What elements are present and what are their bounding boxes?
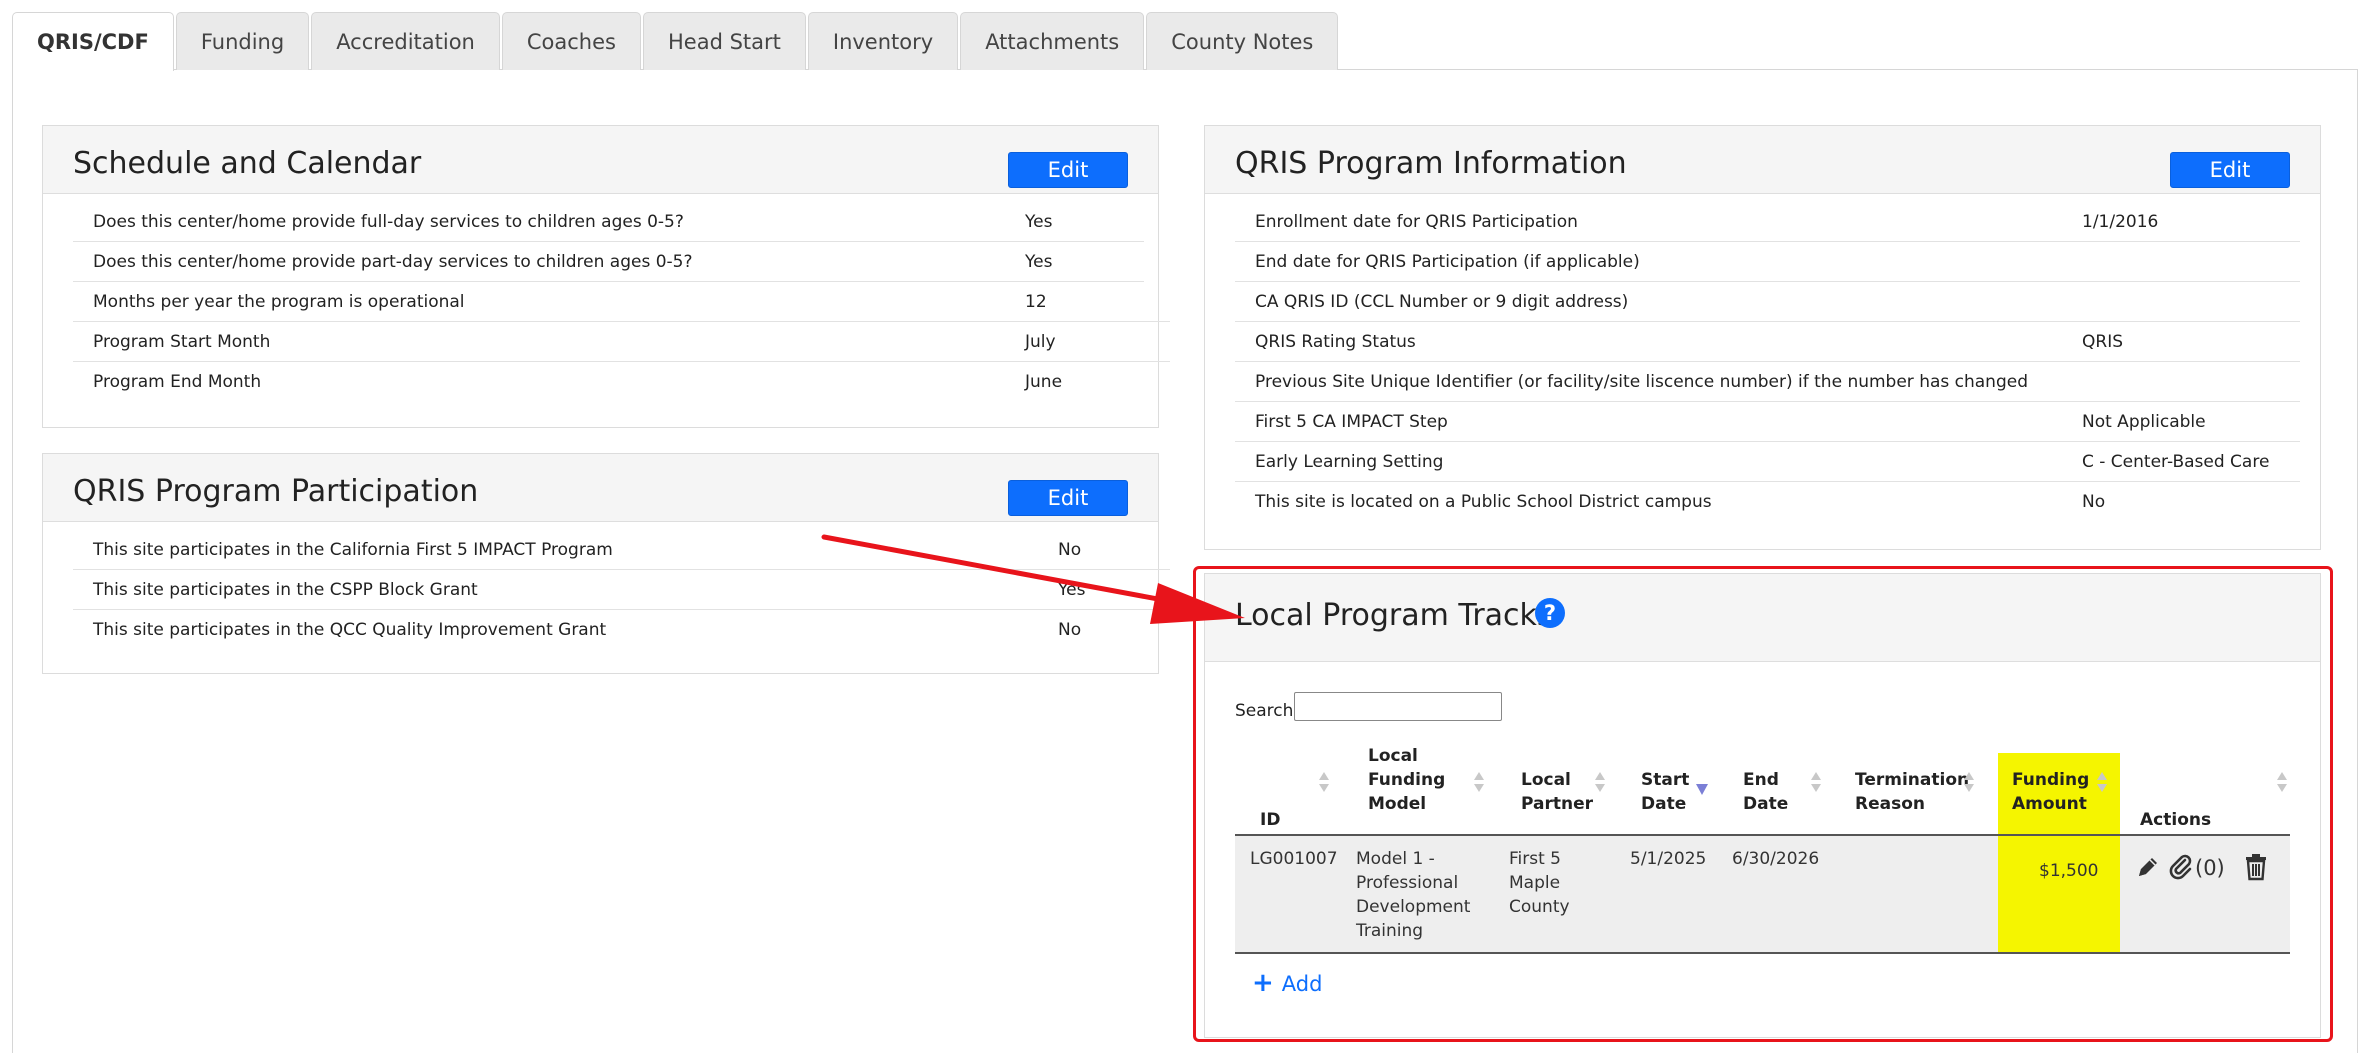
schedule-row-value: Yes <box>1025 212 1053 232</box>
qris-info-row-value: No <box>2082 492 2106 512</box>
schedule-row: Program Start Month July <box>73 322 1170 362</box>
qris-info-row: First 5 CA IMPACT Step Not Applicable <box>1235 402 2300 442</box>
schedule-row-label: Program End Month <box>93 372 262 392</box>
participation-row-label: This site participates in the California… <box>93 540 613 560</box>
schedule-row-value: July <box>1025 332 1056 352</box>
qris-info-row-value: QRIS <box>2082 332 2123 352</box>
tab-head-start[interactable]: Head Start <box>642 12 806 70</box>
qris-info-row: Enrollment date for QRIS Participation 1… <box>1235 202 2300 242</box>
qris-info-row-label: Previous Site Unique Identifier (or faci… <box>1255 372 2029 392</box>
qris-info-row-label: Enrollment date for QRIS Participation <box>1255 212 1578 232</box>
qris-info-row: Early Learning Setting C - Center-Based … <box>1235 442 2300 482</box>
qris-info-edit-button[interactable]: Edit <box>2170 152 2290 188</box>
tab-accreditation[interactable]: Accreditation <box>311 12 500 70</box>
participation-title: QRIS Program Participation <box>73 474 479 509</box>
qris-info-row-value: C - Center-Based Care <box>2082 452 2270 472</box>
schedule-row-label: Does this center/home provide part-day s… <box>93 252 693 272</box>
schedule-row: Program End Month June <box>73 362 1170 402</box>
schedule-row-value: 12 <box>1025 292 1047 312</box>
participation-row-label: This site participates in the CSPP Block… <box>93 580 478 600</box>
qris-info-row: This site is located on a Public School … <box>1235 482 2300 522</box>
tab-coaches[interactable]: Coaches <box>501 12 641 70</box>
annotation-arrow <box>821 534 1245 624</box>
schedule-panel: Schedule and Calendar Edit Does this cen… <box>42 125 1170 428</box>
qris-info-row-value: 1/1/2016 <box>2082 212 2159 232</box>
qris-info-row: QRIS Rating Status QRIS <box>1235 322 2300 362</box>
qris-info-row-label: This site is located on a Public School … <box>1255 492 1712 512</box>
qris-info-panel-header: QRIS Program Information Edit <box>1205 126 2320 194</box>
schedule-row: Months per year the program is operation… <box>73 282 1170 322</box>
qris-info-row-value: Not Applicable <box>2082 412 2206 432</box>
schedule-row-value: Yes <box>1025 252 1053 272</box>
qris-info-row: Previous Site Unique Identifier (or faci… <box>1235 362 2300 402</box>
qris-info-panel: QRIS Program Information Edit Enrollment… <box>1204 125 2321 550</box>
schedule-edit-button[interactable]: Edit <box>1008 152 1128 188</box>
qris-info-row-label: Early Learning Setting <box>1255 452 1444 472</box>
schedule-row: Does this center/home provide part-day s… <box>73 242 1144 282</box>
qris-info-row: CA QRIS ID (CCL Number or 9 digit addres… <box>1235 282 2300 322</box>
schedule-row-value: June <box>1025 372 1063 392</box>
qris-info-row-label: CA QRIS ID (CCL Number or 9 digit addres… <box>1255 292 1629 312</box>
tab-funding[interactable]: Funding <box>175 12 310 70</box>
schedule-title: Schedule and Calendar <box>73 146 422 181</box>
annotation-highlight-box <box>1193 566 2333 1042</box>
qris-info-row: End date for QRIS Participation (if appl… <box>1235 242 2300 282</box>
schedule-row: Does this center/home provide full-day s… <box>73 202 1144 242</box>
participation-row-label: This site participates in the QCC Qualit… <box>93 620 607 640</box>
schedule-row-label: Months per year the program is operation… <box>93 292 465 312</box>
schedule-panel-header: Schedule and Calendar Edit <box>43 126 1158 194</box>
tab-qris-cdf[interactable]: QRIS/CDF <box>12 12 174 71</box>
participation-panel-header: QRIS Program Participation Edit <box>43 454 1158 522</box>
qris-info-title: QRIS Program Information <box>1235 146 1627 181</box>
tab-county-notes[interactable]: County Notes <box>1146 12 1339 70</box>
qris-info-row-label: End date for QRIS Participation (if appl… <box>1255 252 1640 272</box>
participation-edit-button[interactable]: Edit <box>1008 480 1128 516</box>
tab-inventory[interactable]: Inventory <box>807 12 959 70</box>
schedule-row-label: Program Start Month <box>93 332 271 352</box>
qris-info-row-label: First 5 CA IMPACT Step <box>1255 412 1448 432</box>
schedule-row-label: Does this center/home provide full-day s… <box>93 212 684 232</box>
tab-attachments[interactable]: Attachments <box>960 12 1145 70</box>
qris-info-row-label: QRIS Rating Status <box>1255 332 1416 352</box>
tab-bar: QRIS/CDF Funding Accreditation Coaches H… <box>12 12 1340 71</box>
